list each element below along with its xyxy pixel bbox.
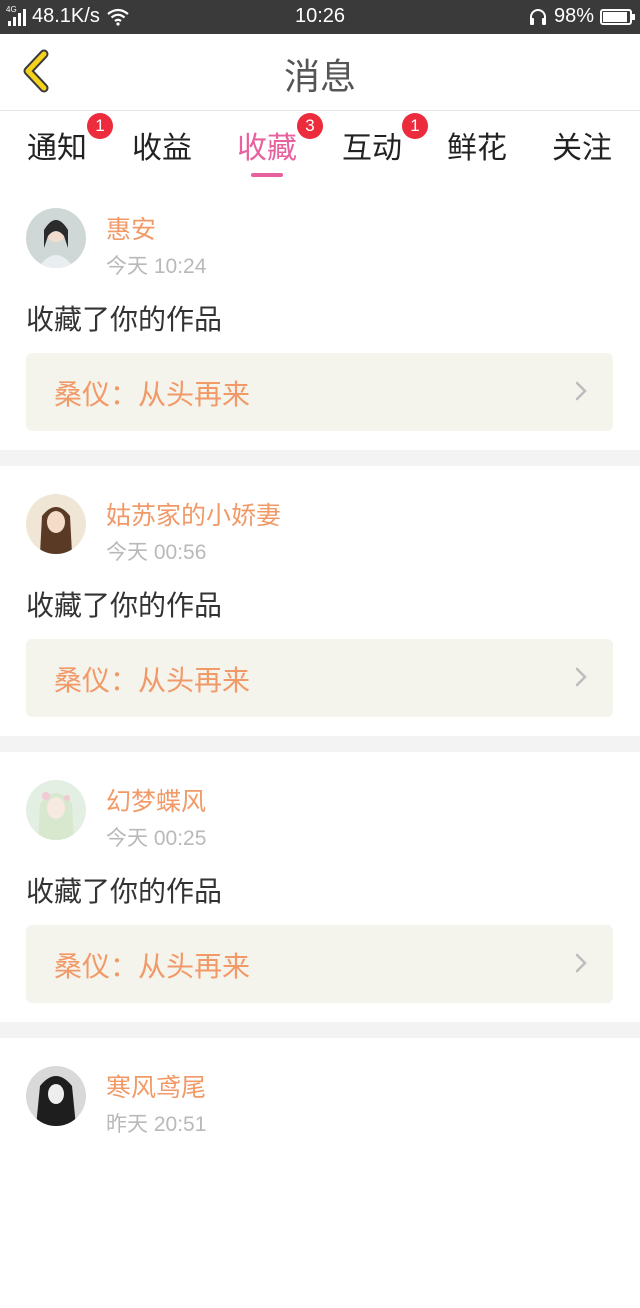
divider [0, 1022, 640, 1038]
message-action: 收藏了你的作品 [26, 589, 223, 622]
divider [0, 736, 640, 752]
message-time: 昨天 20:51 [106, 1113, 207, 1136]
tab-bar: 通知 1 收益 收藏 3 互动 1 鲜花 关注 [0, 111, 640, 179]
message-list: 惠安 今天 10:24 收藏了你的作品 桑仪：从头再来 姑苏家的小娇妻 今天 0… [0, 180, 640, 1308]
work-title: 桑仪：从头再来 [54, 664, 251, 697]
tab-label: 互动 [342, 131, 402, 166]
avatar[interactable] [26, 208, 86, 268]
work-link[interactable]: 桑仪：从头再来 [26, 353, 613, 431]
username[interactable]: 姑苏家的小娇妻 [106, 496, 281, 532]
message-action: 收藏了你的作品 [26, 875, 223, 908]
battery-icon [600, 8, 635, 25]
work-link[interactable]: 桑仪：从头再来 [26, 925, 613, 1003]
work-title: 桑仪：从头再来 [54, 378, 251, 411]
headset-icon [529, 8, 546, 25]
message-time: 今天 10:24 [106, 255, 207, 278]
tab-label: 关注 [552, 131, 612, 166]
work-link[interactable]: 桑仪：从头再来 [26, 639, 613, 717]
message-time: 今天 00:56 [106, 541, 207, 564]
avatar[interactable] [26, 1066, 86, 1126]
tab-label: 通知 [27, 131, 87, 166]
tab-follows[interactable]: 关注 [530, 123, 634, 173]
tab-interactions[interactable]: 互动 1 [320, 113, 428, 173]
work-title: 桑仪：从头再来 [54, 950, 251, 983]
avatar[interactable] [26, 780, 86, 840]
message-card: 幻梦蝶风 今天 00:25 收藏了你的作品 桑仪：从头再来 [0, 752, 640, 1022]
tab-notifications[interactable]: 通知 1 [5, 113, 113, 173]
tab-favorites[interactable]: 收藏 3 [215, 113, 323, 177]
nav-bar: 消息 [0, 34, 640, 111]
status-bar: 4G 48.1K/s 10:26 98% [0, 0, 640, 34]
chevron-right-icon [575, 667, 587, 687]
tab-flowers[interactable]: 鲜花 [425, 123, 529, 173]
chevron-right-icon [575, 953, 587, 973]
username[interactable]: 惠安 [106, 210, 156, 246]
username[interactable]: 寒风鸢尾 [106, 1068, 206, 1104]
message-card: 惠安 今天 10:24 收藏了你的作品 桑仪：从头再来 [0, 180, 640, 450]
message-card: 姑苏家的小娇妻 今天 00:56 收藏了你的作品 桑仪：从头再来 [0, 466, 640, 736]
message-card: 寒风鸢尾 昨天 20:51 [0, 1038, 640, 1308]
tab-label: 鲜花 [447, 131, 507, 166]
tab-earnings[interactable]: 收益 [110, 123, 214, 173]
chevron-right-icon [575, 381, 587, 401]
status-right: 98% [528, 5, 635, 28]
active-tab-indicator [251, 173, 283, 177]
page-title: 消息 [283, 57, 356, 98]
message-action: 收藏了你的作品 [26, 303, 223, 336]
message-time: 今天 00:25 [106, 827, 207, 850]
avatar[interactable] [26, 494, 86, 554]
divider [0, 450, 640, 466]
tab-label: 收藏 [237, 131, 297, 166]
battery-percent: 98% [553, 5, 594, 27]
tab-label: 收益 [132, 131, 192, 166]
username[interactable]: 幻梦蝶风 [106, 782, 206, 818]
